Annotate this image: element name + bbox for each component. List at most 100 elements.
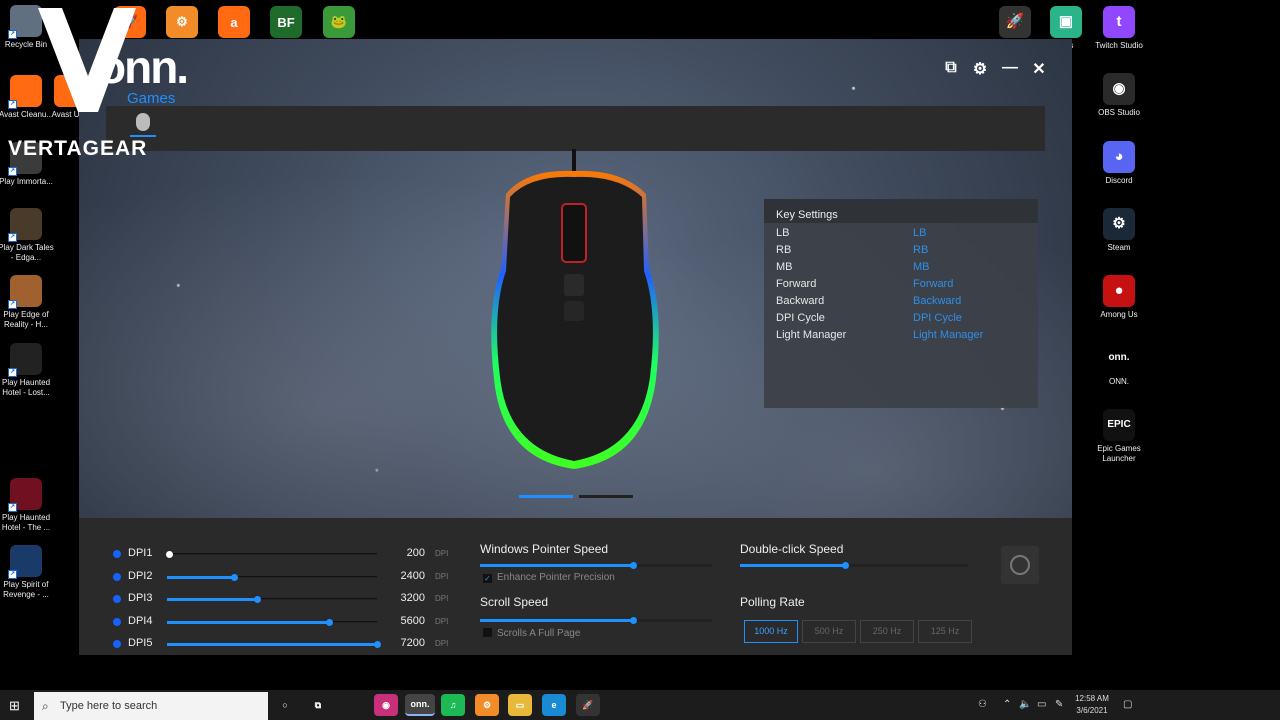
windows-start-icon[interactable]: ⊞ — [9, 698, 20, 714]
reset-button[interactable] — [1001, 546, 1039, 584]
dpi-slider[interactable] — [167, 596, 377, 603]
shortcut-label: ONN. — [1109, 377, 1129, 386]
key-binding-link[interactable]: Forward — [913, 276, 953, 293]
desktop-shortcut[interactable]: ◕ Discord — [1091, 141, 1147, 186]
dog-icon: ↗ — [8, 275, 42, 309]
dpi-slider[interactable] — [167, 574, 377, 581]
desktop-shortcut[interactable]: ● Among Us — [1091, 275, 1147, 320]
shortcut-label: Epic Games Launcher — [1097, 444, 1141, 463]
desktop-shortcut[interactable]: EPIC Epic Games Launcher — [1091, 409, 1147, 464]
taskbar-search[interactable]: ⌕ Type here to search — [34, 692, 268, 720]
pointer-speed-slider[interactable] — [480, 562, 712, 569]
desktop-shortcut[interactable]: t Twitch Studio — [1091, 6, 1147, 51]
desktop-shortcut[interactable]: 🚀 — [987, 6, 1043, 41]
slide-indicator[interactable] — [579, 495, 633, 498]
big-fish-icon[interactable]: BF — [270, 6, 302, 38]
polling-rate-option[interactable]: 125 Hz — [918, 620, 972, 643]
polling-rate-option[interactable]: 1000 Hz — [744, 620, 798, 643]
key-name: Light Manager — [776, 329, 847, 341]
restore-icon[interactable]: ⧉ — [940, 59, 962, 77]
close-icon[interactable]: ✕ — [1028, 59, 1050, 79]
dpi-label: DPI5 — [128, 637, 153, 649]
dpi-color-dot[interactable] — [113, 618, 121, 626]
slider-knob[interactable] — [630, 617, 638, 624]
dpi-slider[interactable] — [167, 619, 377, 626]
slider-knob[interactable] — [841, 562, 849, 569]
desktop-shortcut[interactable]: onn. ONN. — [1091, 342, 1147, 387]
slider-knob[interactable] — [231, 574, 239, 581]
gear-icon[interactable]: ⚙ — [969, 59, 991, 79]
fish-game-icon[interactable]: 🐸 — [323, 6, 355, 38]
key-binding-link[interactable]: MB — [913, 259, 930, 276]
streamlabs-icon: ▣ — [1050, 6, 1082, 38]
key-binding-link[interactable]: Backward — [913, 293, 961, 310]
cortana-icon[interactable]: ○ — [273, 694, 297, 716]
dpi-unit: DPI — [435, 639, 449, 648]
mouse-device-tab[interactable] — [129, 113, 157, 139]
dpi-slider[interactable] — [166, 551, 377, 558]
key-binding-link[interactable]: LB — [913, 225, 926, 242]
key-binding-link[interactable]: Light Manager — [913, 327, 983, 344]
edge-icon[interactable]: e — [542, 694, 566, 716]
dpi-slider[interactable] — [167, 641, 381, 648]
scrolls-full-page-checkbox[interactable]: Scrolls A Full Page — [483, 628, 580, 639]
file-explorer-icon[interactable]: ▭ — [508, 694, 532, 716]
discord-icon: ◕ — [1103, 141, 1135, 173]
spotify-icon[interactable]: ♫ — [441, 694, 465, 716]
blank-app-icon[interactable] — [340, 694, 364, 716]
shortcut-label: Among Us — [1100, 310, 1138, 319]
slider-knob[interactable] — [325, 619, 333, 626]
epic-games-icon: EPIC — [1103, 409, 1135, 441]
onn-icon: onn. — [1103, 342, 1135, 374]
avast-driver-icon[interactable]: ⚙ — [166, 6, 198, 38]
desktop-shortcut[interactable]: ↗ Play Haunted Hotel - The ... — [0, 478, 54, 533]
desktop-shortcut[interactable]: ↗ Play Haunted Hotel - Lost... — [0, 343, 54, 398]
network-icon[interactable]: ▭ — [1037, 699, 1046, 710]
onn-app-icon[interactable]: onn. — [405, 694, 435, 716]
dpi-color-dot[interactable] — [113, 640, 121, 648]
slider-knob[interactable] — [630, 562, 638, 569]
color-app-icon[interactable]: ◉ — [374, 694, 398, 716]
task-view-icon[interactable]: ⧉ — [306, 694, 330, 716]
desktop-shortcut[interactable]: ↗ Play Edge of Reality - H... — [0, 275, 54, 330]
dpi-row: DPI4 5600 DPI — [113, 614, 453, 630]
obs-icon: ◉ — [1103, 73, 1135, 105]
avast-icon[interactable]: a — [218, 6, 250, 38]
clock[interactable]: 12:58 AM 3/6/2021 — [1074, 693, 1110, 717]
volume-icon[interactable]: 🔈 — [1019, 699, 1031, 710]
clock-time: 12:58 AM — [1075, 694, 1109, 703]
desktop-shortcut[interactable]: ↗ Play Spirit of Revenge - ... — [0, 545, 54, 600]
key-row: DPI Cycle DPI Cycle — [764, 310, 1038, 327]
desktop-shortcut[interactable]: ◉ OBS Studio — [1091, 73, 1147, 118]
desktop: ↗ Recycle Bin ↗ Avast Cleanu... ↗ Play Immort… — [0, 0, 1280, 690]
scroll-speed-slider[interactable] — [480, 617, 712, 624]
rocket-taskbar-icon[interactable]: 🚀 — [576, 694, 600, 716]
chevron-up-icon[interactable]: ⌃ — [1003, 699, 1011, 710]
slider-knob[interactable] — [166, 551, 174, 558]
people-icon[interactable]: ⚇ — [978, 699, 987, 710]
desktop-shortcut[interactable]: ⚙ Steam — [1091, 208, 1147, 253]
key-row: Light Manager Light Manager — [764, 327, 1038, 344]
slide-indicator-active[interactable] — [519, 495, 573, 498]
enhance-pointer-precision-checkbox[interactable]: ✓ Enhance Pointer Precision — [483, 572, 615, 583]
slider-knob[interactable] — [374, 641, 381, 648]
shortcut-label: Play Edge of Reality - H... — [3, 310, 49, 329]
key-binding-link[interactable]: RB — [913, 242, 928, 259]
pen-icon[interactable]: ✎ — [1055, 699, 1063, 710]
settings-panel: DPI1 200 DPI DPI2 2400 DPI DPI3 3200 DPI DPI4 5600… — [79, 518, 1072, 655]
polling-rate-option[interactable]: 500 Hz — [802, 620, 856, 643]
key-row: LB LB — [764, 225, 1038, 242]
key-name: RB — [776, 244, 792, 256]
dpi-color-dot[interactable] — [113, 595, 121, 603]
notifications-icon[interactable]: ▢ — [1123, 699, 1132, 710]
minimize-icon[interactable]: — — [999, 59, 1021, 77]
slider-knob[interactable] — [254, 596, 262, 603]
double-click-slider[interactable] — [740, 562, 968, 569]
polling-rate-option[interactable]: 250 Hz — [860, 620, 914, 643]
dpi-color-dot[interactable] — [113, 573, 121, 581]
mouse-image — [491, 149, 659, 469]
desktop-shortcut[interactable]: ↗ Play Dark Tales - Edga... — [0, 208, 54, 263]
avast-taskbar-icon[interactable]: ⚙ — [475, 694, 499, 716]
key-binding-link[interactable]: DPI Cycle — [913, 310, 962, 327]
dpi-color-dot[interactable] — [113, 550, 121, 558]
